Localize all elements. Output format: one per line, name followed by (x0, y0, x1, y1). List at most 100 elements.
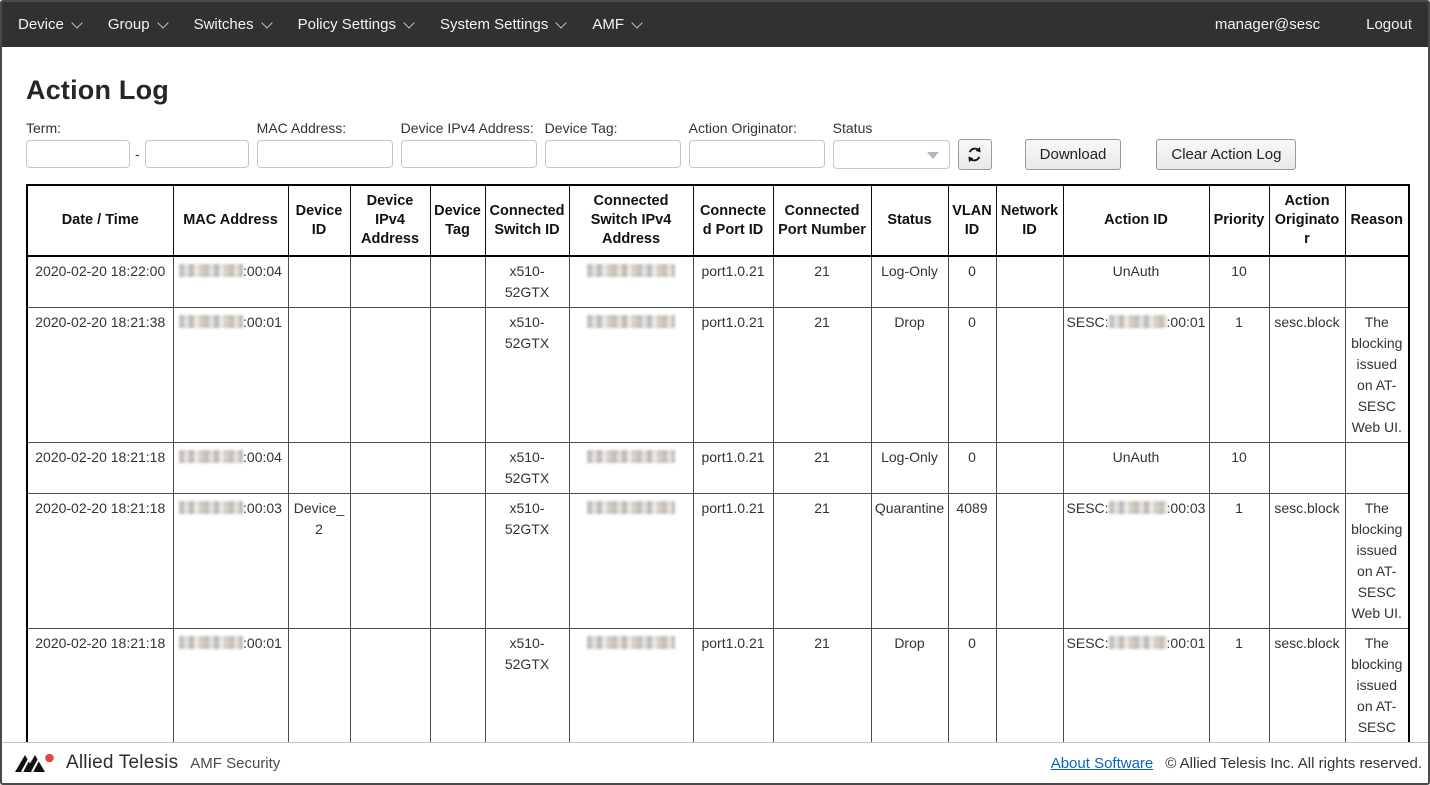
cell-device-tag (430, 308, 485, 443)
footer: Allied Telesis AMF Security About Softwa… (2, 742, 1428, 783)
col-header-date-time: Date / Time (27, 185, 173, 256)
product-name: AMF Security (190, 755, 280, 772)
cell-device-ipv4 (350, 308, 430, 443)
about-software-link[interactable]: About Software (1051, 755, 1154, 772)
cell-date-time: 2020-02-20 18:21:18 (27, 494, 173, 629)
cell-network-id (996, 494, 1063, 629)
cell-vlan-id: 0 (948, 443, 996, 494)
chevron-down-icon (403, 17, 414, 28)
nav-item-group[interactable]: Group (108, 16, 167, 33)
chevron-down-icon (556, 17, 567, 28)
brand-name: Allied Telesis (66, 752, 178, 774)
nav-item-switches[interactable]: Switches (194, 16, 271, 33)
device-ipv4-input[interactable] (401, 140, 537, 168)
col-header-device-ipv4: Device IPv4 Address (350, 185, 430, 256)
nav-item-amf[interactable]: AMF (592, 16, 641, 33)
table-row: 2020-02-20 18:21:18:00:03Device_2x510-52… (27, 494, 1409, 629)
cell-action-originator: sesc.block (1269, 308, 1345, 443)
device-tag-input[interactable] (545, 140, 681, 168)
status-select[interactable] (833, 140, 950, 169)
app-window: Device Group Switches Policy Settings Sy… (0, 0, 1430, 785)
term-from-input[interactable] (26, 140, 130, 168)
device-ipv4-label: Device IPv4 Address: (401, 120, 537, 136)
mac-address-input[interactable] (257, 140, 393, 168)
action-originator-input[interactable] (689, 140, 825, 168)
cell-device-id (288, 256, 350, 308)
term-label: Term: (26, 120, 249, 136)
status-filter-group: Status (833, 120, 950, 169)
mac-filter-group: MAC Address: (257, 120, 393, 168)
cell-mac-address: :00:04 (173, 256, 288, 308)
cell-switch-ipv4 (569, 494, 693, 629)
cell-network-id (996, 443, 1063, 494)
col-header-mac-address: MAC Address (173, 185, 288, 256)
copyright-text: © Allied Telesis Inc. All rights reserve… (1165, 755, 1422, 772)
nav-item-policy-settings[interactable]: Policy Settings (298, 16, 413, 33)
nav-item-label: System Settings (440, 16, 548, 33)
col-header-reason: Reason (1345, 185, 1409, 256)
term-range-row: - (26, 140, 249, 168)
redacted-value-blur (587, 501, 675, 514)
redacted-value-blur (1109, 636, 1167, 649)
cell-device-ipv4 (350, 443, 430, 494)
nav-item-label: AMF (592, 16, 624, 33)
table-row: 2020-02-20 18:21:38:00:01x510-52GTXport1… (27, 308, 1409, 443)
cell-mac-address: :00:01 (173, 308, 288, 443)
cell-port-id: port1.0.21 (693, 308, 773, 443)
refresh-button[interactable] (958, 139, 992, 170)
cell-device-tag (430, 443, 485, 494)
nav-item-system-settings[interactable]: System Settings (440, 16, 565, 33)
device-tag-label: Device Tag: (545, 120, 681, 136)
table-row: 2020-02-20 18:21:18:00:04x510-52GTXport1… (27, 443, 1409, 494)
col-header-switch-id: Connected Switch ID (485, 185, 569, 256)
nav-item-label: Group (108, 16, 150, 33)
chevron-down-icon (631, 17, 642, 28)
redacted-value-blur (587, 264, 675, 277)
cell-action-originator (1269, 256, 1345, 308)
cell-mac-address: :00:04 (173, 443, 288, 494)
cell-date-time: 2020-02-20 18:21:18 (27, 443, 173, 494)
cell-port-number: 21 (773, 494, 871, 629)
cell-status: Drop (871, 308, 948, 443)
cell-network-id (996, 256, 1063, 308)
redacted-value-blur (179, 315, 243, 328)
cell-switch-id: x510-52GTX (485, 494, 569, 629)
clear-action-log-button[interactable]: Clear Action Log (1156, 139, 1296, 170)
col-header-port-number: Connected Port Number (773, 185, 871, 256)
cell-priority: 10 (1209, 256, 1269, 308)
action-log-table-body: 2020-02-20 18:22:00:00:04x510-52GTXport1… (27, 256, 1409, 764)
chevron-down-icon (261, 17, 272, 28)
term-range-separator: - (135, 146, 140, 162)
table-header-row: Date / Time MAC Address Device ID Device… (27, 185, 1409, 256)
term-to-input[interactable] (145, 140, 249, 168)
filter-bar: Term: - MAC Address: Device IPv4 Address… (26, 120, 1404, 170)
chevron-down-icon (71, 17, 82, 28)
redacted-value-blur (587, 315, 675, 328)
cell-device-tag (430, 256, 485, 308)
top-navigation-bar: Device Group Switches Policy Settings Sy… (2, 2, 1428, 47)
cell-device-id (288, 443, 350, 494)
allied-telesis-logo-icon (14, 750, 58, 776)
col-header-port-id: Connected Port ID (693, 185, 773, 256)
cell-port-number: 21 (773, 308, 871, 443)
table-row: 2020-02-20 18:22:00:00:04x510-52GTXport1… (27, 256, 1409, 308)
col-header-network-id: Network ID (996, 185, 1063, 256)
nav-right-section: manager@sesc Logout (1215, 16, 1412, 33)
col-header-vlan-id: VLAN ID (948, 185, 996, 256)
nav-item-device[interactable]: Device (18, 16, 81, 33)
cell-reason (1345, 443, 1409, 494)
chevron-down-icon (157, 17, 168, 28)
device-tag-filter-group: Device Tag: (545, 120, 681, 168)
cell-port-number: 21 (773, 256, 871, 308)
col-header-status: Status (871, 185, 948, 256)
redacted-value-blur (587, 450, 675, 463)
logout-button[interactable]: Logout (1366, 16, 1412, 33)
download-button[interactable]: Download (1025, 139, 1122, 170)
cell-action-id: SESC::00:03 (1063, 494, 1209, 629)
mac-address-label: MAC Address: (257, 120, 393, 136)
cell-date-time: 2020-02-20 18:22:00 (27, 256, 173, 308)
cell-priority: 10 (1209, 443, 1269, 494)
cell-action-originator: sesc.block (1269, 494, 1345, 629)
cell-mac-address: :00:03 (173, 494, 288, 629)
cell-action-id: UnAuth (1063, 256, 1209, 308)
